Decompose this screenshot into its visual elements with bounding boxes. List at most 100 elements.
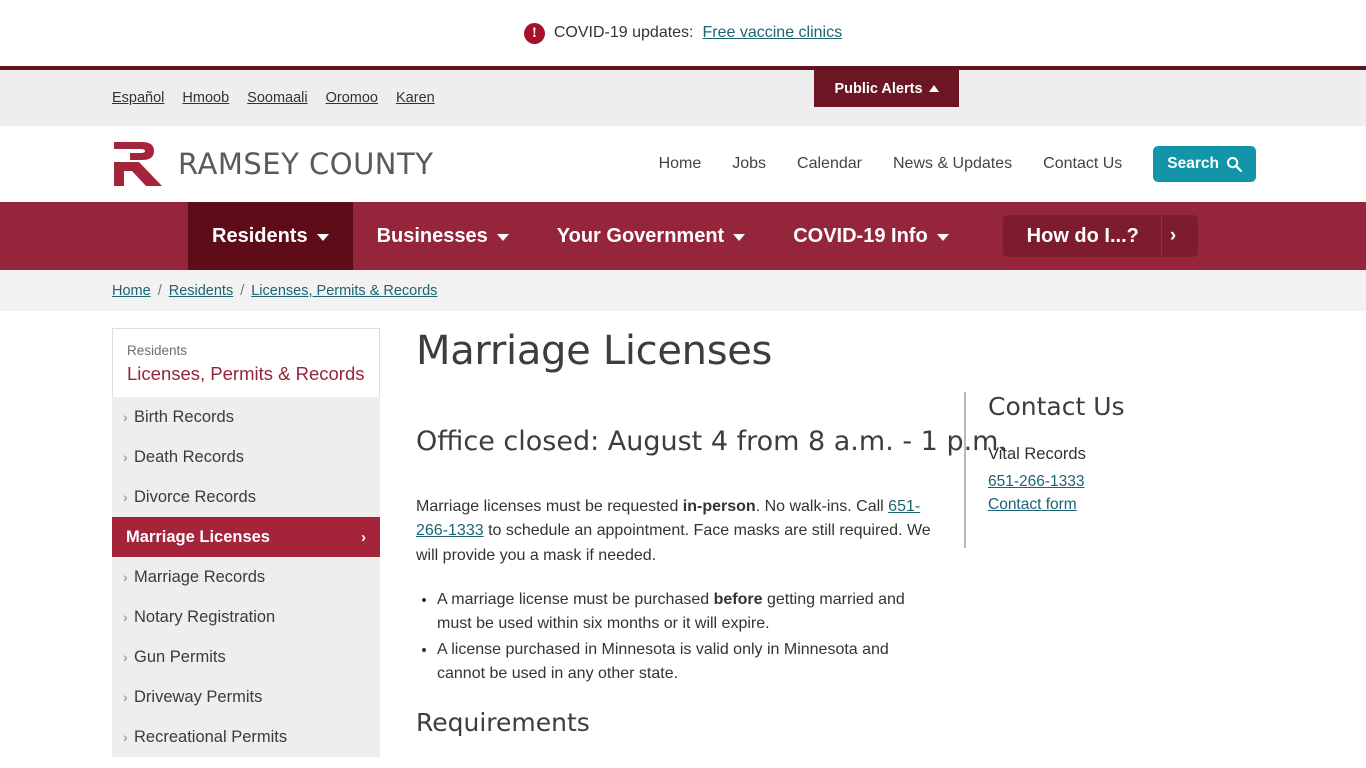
how-do-i-button[interactable]: How do I...? ›: [1002, 215, 1199, 257]
intro-bold-in-person: in-person: [682, 498, 756, 515]
utility-nav-calendar[interactable]: Calendar: [797, 155, 862, 173]
breadcrumb: Home / Residents / Licenses, Permits & R…: [0, 270, 1366, 311]
sidebar-item-gun-permits[interactable]: › Gun Permits: [112, 637, 380, 677]
page-title: Marriage Licenses: [416, 328, 773, 374]
contact-department: Vital Records: [988, 445, 1086, 463]
site-logo[interactable]: RAMSEY COUNTY: [112, 140, 433, 188]
nav-item-your-government[interactable]: Your Government: [533, 202, 769, 270]
intro-text-part1: Marriage licenses must be requested: [416, 498, 683, 515]
chevron-down-icon: [733, 234, 746, 241]
sidebar-item-label: Marriage Licenses: [126, 527, 270, 546]
sidebar-item-notary-registration[interactable]: › Notary Registration: [112, 597, 380, 637]
language-link-espanol[interactable]: Español: [112, 90, 164, 106]
contact-us-panel: Contact Us Vital Records 651-266-1333 Co…: [964, 392, 1232, 548]
covid-alert-text: COVID-19 updates:: [553, 24, 694, 41]
main-article: Marriage Licenses Office closed: August …: [380, 328, 1008, 752]
page-content: Residents Licenses, Permits & Records › …: [0, 311, 1366, 757]
chevron-right-icon: ›: [123, 569, 128, 585]
nav-item-businesses[interactable]: Businesses: [353, 202, 533, 270]
sidebar-item-label: Birth Records: [134, 407, 234, 426]
language-link-soomaali[interactable]: Soomaali: [247, 90, 307, 106]
chevron-down-icon: [936, 234, 949, 241]
nav-item-residents[interactable]: Residents: [188, 202, 353, 270]
alert-circle-icon: !: [523, 22, 545, 44]
requirements-heading: Requirements: [416, 708, 590, 738]
site-header: RAMSEY COUNTY Home Jobs Calendar News & …: [0, 126, 1366, 202]
utility-nav-jobs[interactable]: Jobs: [732, 155, 766, 173]
requirements-bullet-list: A marriage license must be purchased bef…: [416, 588, 940, 686]
bullet-bold-before: before: [713, 590, 763, 608]
nav-item-covid-19-info-label: COVID-19 Info: [793, 224, 928, 247]
chevron-right-icon: ›: [123, 409, 128, 425]
sidebar-item-label: Driveway Permits: [134, 687, 263, 706]
search-button-label: Search: [1167, 155, 1219, 172]
chevron-right-icon: ›: [1160, 215, 1198, 257]
sidebar-item-birth-records[interactable]: › Birth Records: [112, 397, 380, 437]
bullet-text-part1: A marriage license must be purchased: [437, 590, 714, 608]
sidebar-header: Residents Licenses, Permits & Records: [112, 328, 380, 397]
language-bar: Español Hmoob Soomaali Oromoo Karen Publ…: [0, 70, 1366, 126]
sidebar-item-label: Recreational Permits: [134, 727, 288, 746]
utility-nav: Home Jobs Calendar News & Updates Contac…: [659, 126, 1256, 202]
sidebar-item-label: Divorce Records: [134, 487, 256, 506]
chevron-right-icon: ›: [123, 729, 128, 745]
utility-nav-contact-us[interactable]: Contact Us: [1043, 155, 1122, 173]
sidebar-item-label: Notary Registration: [134, 607, 276, 626]
chevron-right-icon: ›: [361, 528, 366, 546]
free-vaccine-clinics-link[interactable]: Free vaccine clinics: [703, 24, 843, 42]
chevron-right-icon: ›: [123, 609, 128, 625]
list-item: A marriage license must be purchased bef…: [437, 588, 940, 637]
nav-item-residents-label: Residents: [212, 224, 308, 247]
contact-us-title: Contact Us: [988, 392, 1125, 421]
nav-item-businesses-label: Businesses: [376, 224, 488, 247]
breadcrumb-item-licenses-permits-records[interactable]: Licenses, Permits & Records: [251, 283, 437, 299]
intro-paragraph: Marriage licenses must be requested in-p…: [416, 495, 940, 568]
covid-alert-banner: ! COVID-19 updates: Free vaccine clinics: [0, 0, 1366, 70]
chevron-down-icon: [496, 234, 509, 241]
intro-text-part3: to schedule an appointment. Face masks a…: [416, 522, 931, 564]
nav-item-your-government-label: Your Government: [556, 224, 725, 247]
language-link-oromoo[interactable]: Oromoo: [326, 90, 378, 106]
utility-nav-home[interactable]: Home: [659, 155, 702, 173]
language-link-karen[interactable]: Karen: [396, 90, 435, 106]
site-logo-text: RAMSEY COUNTY: [178, 147, 434, 181]
office-closure-notice: Office closed: August 4 from 8 a.m. - 1 …: [416, 426, 1008, 457]
primary-navigation: Residents Businesses Your Government COV…: [0, 202, 1366, 270]
chevron-right-icon: ›: [123, 489, 128, 505]
chevron-right-icon: ›: [123, 649, 128, 665]
chevron-down-icon: [316, 234, 329, 241]
public-alerts-label: Public Alerts: [834, 80, 923, 97]
language-links: Español Hmoob Soomaali Oromoo Karen: [112, 70, 435, 126]
public-alerts-button[interactable]: Public Alerts: [814, 70, 959, 107]
chevron-right-icon: ›: [123, 449, 128, 465]
section-sidebar: Residents Licenses, Permits & Records › …: [112, 328, 380, 757]
bullet-text-part1: A license purchased in Minnesota is vali…: [437, 640, 889, 682]
sidebar-section-title: Licenses, Permits & Records: [127, 363, 365, 384]
nav-item-covid-19-info[interactable]: COVID-19 Info: [769, 202, 972, 270]
search-button[interactable]: Search: [1153, 146, 1256, 182]
language-link-hmoob[interactable]: Hmoob: [182, 90, 229, 106]
sidebar-item-marriage-records[interactable]: › Marriage Records: [112, 557, 380, 597]
sidebar-item-label: Gun Permits: [134, 647, 226, 666]
sidebar-item-divorce-records[interactable]: › Divorce Records: [112, 477, 380, 517]
list-item: A license purchased in Minnesota is vali…: [437, 638, 940, 687]
sidebar-nav-list: › Birth Records › Death Records › Divorc…: [112, 397, 380, 757]
sidebar-item-driveway-permits[interactable]: › Driveway Permits: [112, 677, 380, 717]
contact-form-link[interactable]: Contact form: [988, 496, 1232, 514]
contact-phone-link[interactable]: 651-266-1333: [988, 473, 1232, 491]
breadcrumb-separator: /: [240, 282, 245, 299]
sidebar-item-death-records[interactable]: › Death Records: [112, 437, 380, 477]
sidebar-item-label: Death Records: [134, 447, 245, 466]
sidebar-item-recreational-permits[interactable]: › Recreational Permits: [112, 717, 380, 757]
covid-alert-content: ! COVID-19 updates: Free vaccine clinics: [523, 22, 843, 44]
breadcrumb-separator: /: [157, 282, 162, 299]
breadcrumb-item-home[interactable]: Home: [112, 283, 151, 299]
intro-text-part2: . No walk-ins. Call: [755, 498, 889, 515]
chevron-right-icon: ›: [123, 689, 128, 705]
caret-up-icon: [928, 85, 939, 92]
how-do-i-label: How do I...?: [1026, 224, 1139, 247]
sidebar-item-marriage-licenses[interactable]: Marriage Licenses ›: [112, 517, 380, 557]
breadcrumb-item-residents[interactable]: Residents: [169, 283, 233, 299]
utility-nav-news-updates[interactable]: News & Updates: [893, 155, 1012, 173]
ramsey-county-logo-icon: [114, 142, 162, 186]
